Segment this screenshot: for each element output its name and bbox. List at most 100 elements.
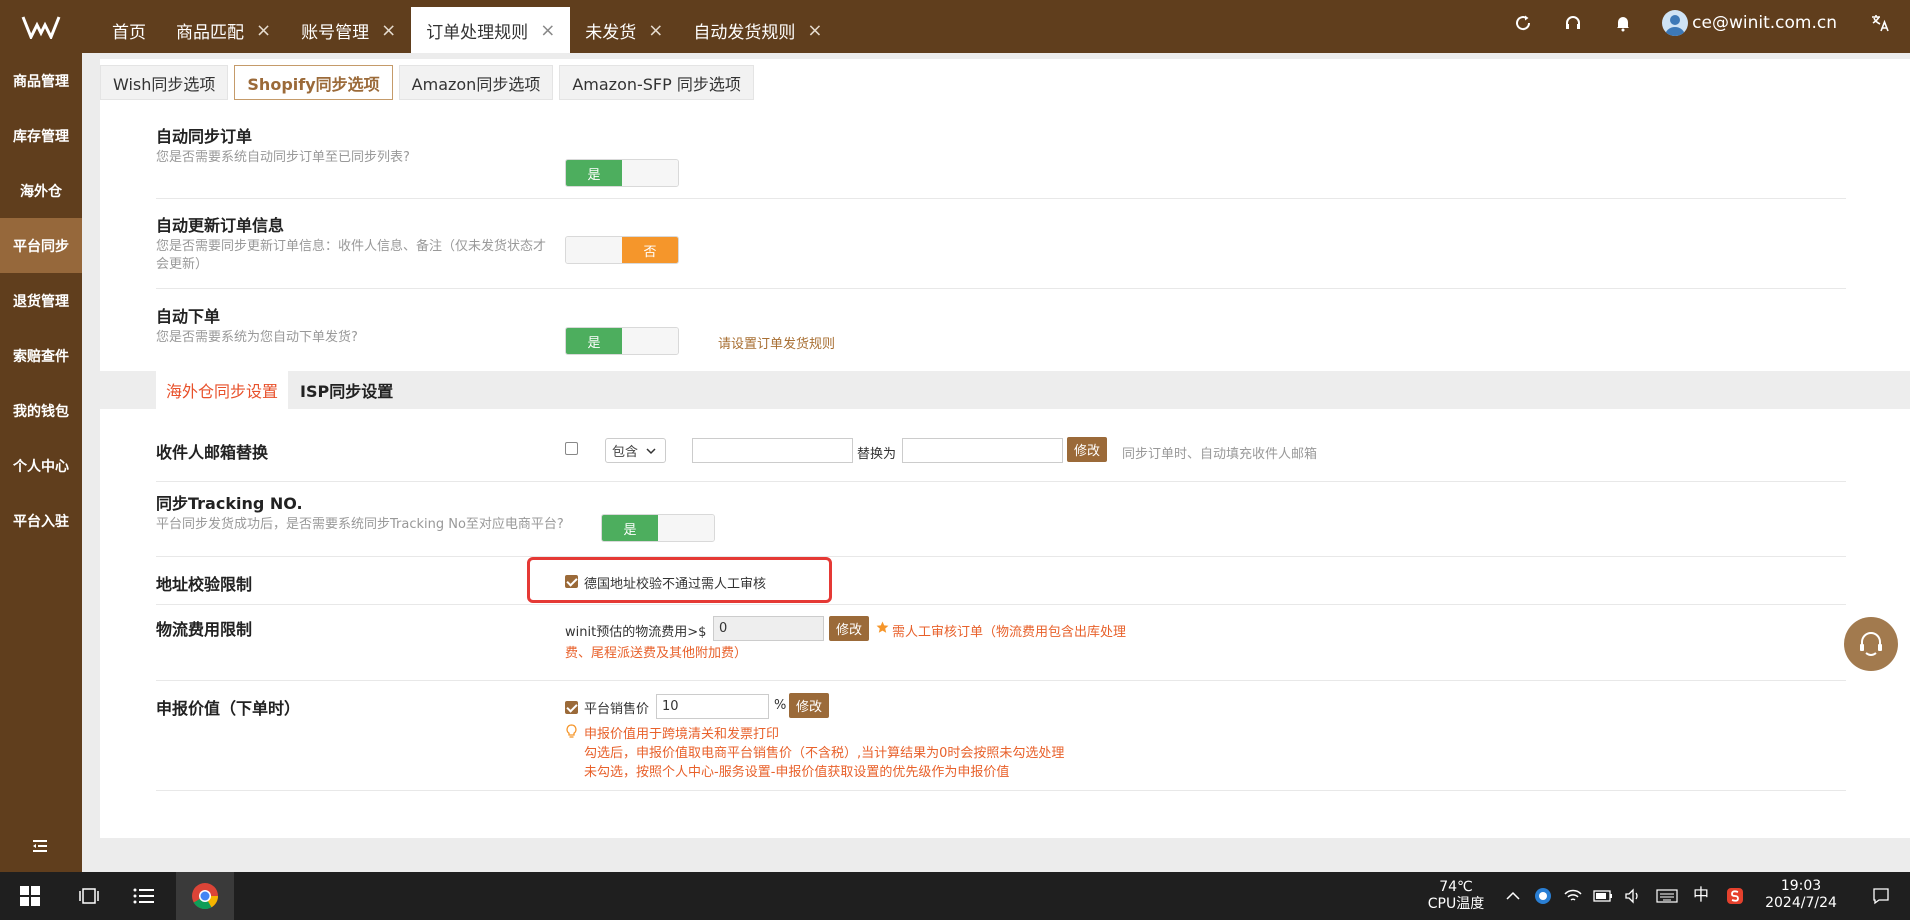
auto-update-title: 自动更新订单信息 xyxy=(156,216,285,235)
chevron-down-icon xyxy=(646,447,656,454)
sidebar-item-wallet[interactable]: 我的钱包 xyxy=(0,383,82,438)
avatar[interactable] xyxy=(1662,9,1689,36)
headset-icon[interactable] xyxy=(1561,11,1585,35)
notification-icon[interactable] xyxy=(1864,872,1898,920)
user-email[interactable]: ce@winit.com.cn xyxy=(1692,13,1837,33)
email-replace-title: 收件人邮箱替换 xyxy=(156,443,269,462)
list-app-icon[interactable] xyxy=(126,872,162,920)
top-right-tools: ce@winit.com.cn xyxy=(1498,0,1910,45)
winit-logo[interactable] xyxy=(0,0,82,53)
close-icon[interactable]: × xyxy=(381,20,396,41)
battery-icon[interactable] xyxy=(1590,872,1616,920)
auto-sync-toggle[interactable]: 是 xyxy=(565,159,679,187)
close-icon[interactable]: × xyxy=(648,20,663,41)
sidebar-item-platform-sync[interactable]: 平台同步 xyxy=(0,218,82,273)
customer-service-button[interactable] xyxy=(1844,617,1898,671)
tab-order-rules[interactable]: 订单处理规则 × xyxy=(411,7,571,53)
sogou-icon[interactable] xyxy=(1722,872,1748,920)
toggle-off-side xyxy=(622,160,678,186)
logistics-note-line1: 需人工审核订单（物流费用包含出库处理 xyxy=(892,625,1127,640)
sidebar-item-returns[interactable]: 退货管理 xyxy=(0,273,82,328)
tab-product-match[interactable]: 商品匹配 × xyxy=(161,7,286,53)
close-icon[interactable]: × xyxy=(540,20,555,41)
main-content: Wish同步选项 Shopify同步选项 Amazon同步选项 Amazon-S… xyxy=(100,59,1910,838)
email-replace-checkbox[interactable] xyxy=(565,442,578,455)
declare-percent-input[interactable]: 10 xyxy=(656,694,769,719)
logistics-row: 物流费用限制 winit预估的物流费用>$ 0 修改 需人工审核订单（物流费用包… xyxy=(156,605,1846,681)
translate-icon[interactable] xyxy=(1868,11,1892,35)
windows-taskbar: 74℃ CPU温度 中 19:03 2024/7/24 xyxy=(0,872,1910,920)
toggle-off-side xyxy=(658,515,714,541)
logistics-save-button[interactable]: 修改 xyxy=(829,616,869,641)
auto-order-desc: 您是否需要系统为您自动下单发货? xyxy=(156,330,358,345)
task-view-icon[interactable] xyxy=(72,872,108,920)
ime-indicator[interactable]: 中 xyxy=(1690,886,1712,903)
star-icon xyxy=(876,621,889,633)
email-match-select[interactable]: 包含 xyxy=(605,438,666,463)
sidebar-item-product[interactable]: 商品管理 xyxy=(0,53,82,108)
address-row: 地址校验限制 德国地址校验不通过需人工审核 xyxy=(156,557,1846,605)
clock-date: 2024/7/24 xyxy=(1765,895,1837,911)
close-icon[interactable]: × xyxy=(256,20,271,41)
email-replace-input[interactable] xyxy=(902,438,1063,463)
sidebar-item-claims[interactable]: 索赔查件 xyxy=(0,328,82,383)
tab-amazon-sync[interactable]: Amazon同步选项 xyxy=(398,65,554,100)
logistics-note-line2: 费、尾程派送费及其他附加费） xyxy=(565,646,748,661)
chrome-icon[interactable] xyxy=(176,872,234,920)
sidebar-item-inventory[interactable]: 库存管理 xyxy=(0,108,82,163)
sidebar-item-platform-join[interactable]: 平台入驻 xyxy=(0,493,82,548)
sidebar-item-overseas[interactable]: 海外仓 xyxy=(0,163,82,218)
volume-icon[interactable] xyxy=(1620,872,1646,920)
tab-account[interactable]: 账号管理 × xyxy=(286,7,411,53)
platform-price-checkbox[interactable] xyxy=(565,701,578,714)
address-title: 地址校验限制 xyxy=(156,575,253,594)
tab-overseas-sync-settings[interactable]: 海外仓同步设置 xyxy=(156,371,289,409)
logistics-title: 物流费用限制 xyxy=(156,620,253,639)
tab-amazon-sfp-sync[interactable]: Amazon-SFP 同步选项 xyxy=(559,65,754,100)
auto-update-toggle[interactable]: 否 xyxy=(565,236,679,264)
browser-tray-icon[interactable] xyxy=(1530,872,1556,920)
close-icon[interactable]: × xyxy=(807,20,822,41)
tab-label: 商品匹配 xyxy=(176,22,244,43)
tab-unshipped[interactable]: 未发货 × xyxy=(570,7,678,53)
select-value: 包含 xyxy=(612,445,639,460)
tab-auto-ship[interactable]: 自动发货规则 × xyxy=(678,7,837,53)
tab-label: 未发货 xyxy=(585,22,637,43)
logistics-prefix: winit预估的物流费用>$ xyxy=(565,625,707,640)
auto-order-toggle[interactable]: 是 xyxy=(565,327,679,355)
logistics-fee-input[interactable]: 0 xyxy=(713,616,824,641)
email-match-input[interactable] xyxy=(692,438,853,463)
chevron-up-icon[interactable] xyxy=(1500,872,1526,920)
refresh-icon[interactable] xyxy=(1511,11,1535,35)
sidebar-item-profile[interactable]: 个人中心 xyxy=(0,438,82,493)
toggle-yes: 是 xyxy=(566,160,622,186)
tracking-toggle[interactable]: 是 xyxy=(601,514,715,542)
tab-isp-sync-settings[interactable]: ISP同步设置 xyxy=(290,371,403,409)
sync-subtabs: Wish同步选项 Shopify同步选项 Amazon同步选项 Amazon-S… xyxy=(100,65,760,100)
tracking-row: 同步Tracking NO. 平台同步发货成功后，是否需要系统同步Trackin… xyxy=(156,482,1846,557)
clock-time: 19:03 xyxy=(1780,878,1822,894)
clock[interactable]: 19:03 2024/7/24 xyxy=(1758,878,1844,912)
menu-collapse-icon[interactable] xyxy=(30,836,50,856)
tracking-desc: 平台同步发货成功后，是否需要系统同步Tracking No至对应电商平台? xyxy=(156,517,564,532)
toggle-yes: 是 xyxy=(566,328,622,354)
tab-shopify-sync[interactable]: Shopify同步选项 xyxy=(234,65,393,100)
tab-home[interactable]: 首页 xyxy=(97,7,161,53)
cpu-temp-label: CPU温度 xyxy=(1427,896,1485,912)
toggle-off-side xyxy=(566,237,622,263)
email-replace-save-button[interactable]: 修改 xyxy=(1067,437,1107,462)
declare-title: 申报价值（下单时） xyxy=(156,699,301,718)
declare-save-button[interactable]: 修改 xyxy=(789,693,829,718)
tab-wish-sync[interactable]: Wish同步选项 xyxy=(100,65,229,100)
tab-strip: 首页 商品匹配 × 账号管理 × 订单处理规则 × 未发货 × 自动发货规则 × xyxy=(97,7,837,53)
platform-price-label: 平台销售价 xyxy=(584,702,650,717)
bell-icon[interactable] xyxy=(1611,11,1635,35)
keyboard-icon[interactable] xyxy=(1652,872,1682,920)
wifi-icon[interactable] xyxy=(1560,872,1586,920)
windows-start-icon[interactable] xyxy=(12,872,48,920)
cpu-temp-value: 74℃ xyxy=(1439,879,1473,895)
auto-sync-row: 自动同步订单 您是否需要系统自动同步订单至已同步列表? 是 xyxy=(156,109,1846,199)
percent-unit: % xyxy=(774,698,787,713)
set-shipping-rule-link[interactable]: 请设置订单发货规则 xyxy=(718,333,835,352)
top-bar: 首页 商品匹配 × 账号管理 × 订单处理规则 × 未发货 × 自动发货规则 × ce@w… xyxy=(0,0,1910,53)
